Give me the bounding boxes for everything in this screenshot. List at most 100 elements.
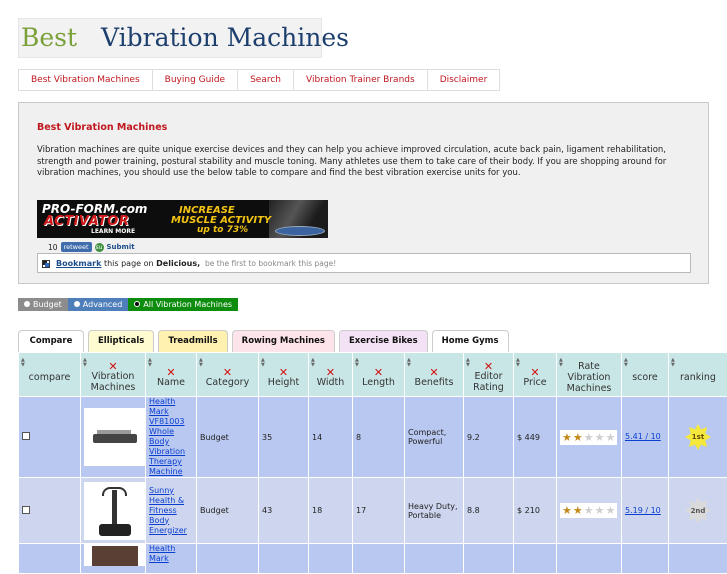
tab-compare[interactable]: Compare <box>18 330 84 352</box>
sort-icon: ▲▼ <box>21 358 25 368</box>
col-height[interactable]: ▲▼✕Height <box>259 353 309 397</box>
remove-column-icon[interactable]: ✕ <box>81 362 145 371</box>
product-name-link[interactable]: Sunny Health & Fitness Body Energizer <box>146 478 197 544</box>
col-price[interactable]: ▲▼✕Price <box>514 353 557 397</box>
col-name[interactable]: ▲▼✕Name <box>146 353 197 397</box>
col-compare[interactable]: ▲▼compare <box>19 353 81 397</box>
col-score[interactable]: ▲▼score <box>622 353 669 397</box>
table-row: Sunny Health & Fitness Body Energizer Bu… <box>19 478 727 544</box>
star-filled-icon[interactable]: ★ <box>562 432 572 443</box>
intro-title: Best Vibration Machines <box>37 122 167 133</box>
stumbleupon-icon[interactable]: su <box>95 243 104 252</box>
table-header: ▲▼compare ▲▼✕Vibration Machines ▲▼✕Name … <box>19 353 727 397</box>
benefits-cell: Compact, Powerful <box>405 397 464 478</box>
sort-icon: ▲▼ <box>148 358 152 368</box>
nav-item-disclaimer[interactable]: Disclaimer <box>427 69 501 91</box>
star-empty-icon[interactable]: ★ <box>595 505 605 516</box>
sort-icon: ▲▼ <box>311 358 315 368</box>
sort-icon: ▲▼ <box>624 358 628 368</box>
compare-checkbox[interactable] <box>22 506 30 514</box>
retweet-count: 10 <box>48 243 58 252</box>
submit-button[interactable]: Submit <box>107 243 135 251</box>
bookmark-bar: Bookmark this page on Delicious, be the … <box>37 253 691 273</box>
col-width[interactable]: ▲▼✕Width <box>309 353 353 397</box>
proform-ad-banner[interactable]: PRO-FORM.com ACTIVATOR LEARN MORE INCREA… <box>37 200 328 238</box>
logo-word-best: Best <box>21 23 77 52</box>
col-rate[interactable]: ▲▼Rate Vibration Machines <box>557 353 622 397</box>
star-empty-icon[interactable]: ★ <box>595 432 605 443</box>
price-cell: $ 210 <box>514 478 557 544</box>
sort-icon: ▲▼ <box>559 358 563 368</box>
tab-rowing-machines[interactable]: Rowing Machines <box>232 330 335 352</box>
editor-rating-cell: 9.2 <box>464 397 514 478</box>
col-benefits[interactable]: ▲▼✕Benefits <box>405 353 464 397</box>
remove-column-icon[interactable]: ✕ <box>146 368 196 377</box>
tab-ellipticals[interactable]: Ellipticals <box>88 330 154 352</box>
col-vibration-machines[interactable]: ▲▼✕Vibration Machines <box>81 353 146 397</box>
nav-item-search[interactable]: Search <box>237 69 293 91</box>
site-logo[interactable]: Best Vibration Machines <box>18 18 322 58</box>
price-cell: $ 449 <box>514 397 557 478</box>
category-cell: Budget <box>197 397 259 478</box>
sort-icon: ▲▼ <box>407 358 411 368</box>
score-link[interactable]: 5.19 / 10 <box>622 478 669 544</box>
col-category[interactable]: ▲▼✕Category <box>197 353 259 397</box>
product-name-link[interactable]: Health Mark <box>146 544 197 574</box>
radio-icon <box>24 301 30 307</box>
product-image[interactable] <box>84 408 146 466</box>
radio-icon <box>74 301 80 307</box>
ad-product: ACTIVATOR <box>44 214 129 229</box>
height-cell: 43 <box>259 478 309 544</box>
nav-item-trainer-brands[interactable]: Vibration Trainer Brands <box>293 69 427 91</box>
editor-rating-cell: 8.8 <box>464 478 514 544</box>
filter-advanced-label: Advanced <box>83 300 123 309</box>
height-cell: 35 <box>259 397 309 478</box>
filter-all[interactable]: All Vibration Machines <box>128 298 238 311</box>
table-row: Health Mark <box>19 544 727 574</box>
filter-budget[interactable]: Budget <box>18 298 68 311</box>
remove-column-icon[interactable]: ✕ <box>514 368 556 377</box>
filter-advanced[interactable]: Advanced <box>68 298 129 311</box>
star-empty-icon[interactable]: ★ <box>606 505 616 516</box>
compare-checkbox[interactable] <box>22 432 30 440</box>
star-empty-icon[interactable]: ★ <box>606 432 616 443</box>
remove-column-icon[interactable]: ✕ <box>309 368 352 377</box>
bookmark-mid-text: this page on <box>101 259 156 268</box>
star-filled-icon[interactable]: ★ <box>573 505 583 516</box>
product-image[interactable] <box>84 544 146 566</box>
ad-tagline-3: up to 73% <box>197 225 248 235</box>
remove-column-icon[interactable]: ✕ <box>353 368 404 377</box>
bookmark-link[interactable]: Bookmark <box>56 259 101 268</box>
length-cell: 8 <box>353 397 405 478</box>
remove-column-icon[interactable]: ✕ <box>259 368 308 377</box>
tab-home-gyms[interactable]: Home Gyms <box>432 330 509 352</box>
star-filled-icon[interactable]: ★ <box>573 432 583 443</box>
category-cell: Budget <box>197 478 259 544</box>
nav-item-buying-guide[interactable]: Buying Guide <box>152 69 237 91</box>
star-filled-icon[interactable]: ★ <box>562 505 572 516</box>
nav-item-best-vibration-machines[interactable]: Best Vibration Machines <box>18 69 152 91</box>
remove-column-icon[interactable]: ✕ <box>405 368 463 377</box>
tab-treadmills[interactable]: Treadmills <box>158 330 227 352</box>
comparison-table: ▲▼compare ▲▼✕Vibration Machines ▲▼✕Name … <box>18 352 727 574</box>
product-name-link[interactable]: Health Mark VF81003 Whole Body Vibration… <box>146 397 197 478</box>
remove-column-icon[interactable]: ✕ <box>197 368 258 377</box>
star-empty-icon[interactable]: ★ <box>584 505 594 516</box>
bookmark-site: Delicious, <box>156 259 200 268</box>
filter-budget-label: Budget <box>33 300 62 309</box>
star-empty-icon[interactable]: ★ <box>584 432 594 443</box>
radio-selected-icon <box>134 301 140 307</box>
col-editor-rating[interactable]: ▲▼✕Editor Rating <box>464 353 514 397</box>
star-rating[interactable]: ★★★★★ <box>560 503 617 518</box>
ranking-badge: 2nd <box>685 498 711 524</box>
delicious-icon <box>42 260 50 268</box>
star-rating[interactable]: ★★★★★ <box>560 430 617 445</box>
col-length[interactable]: ▲▼✕Length <box>353 353 405 397</box>
logo-word-vibration-machines: Vibration Machines <box>101 23 349 52</box>
retweet-button[interactable]: retweet <box>61 242 92 252</box>
product-image[interactable] <box>84 482 146 540</box>
remove-column-icon[interactable]: ✕ <box>464 362 513 371</box>
tab-exercise-bikes[interactable]: Exercise Bikes <box>339 330 428 352</box>
col-ranking[interactable]: ▲▼ranking <box>669 353 727 397</box>
score-link[interactable]: 5.41 / 10 <box>622 397 669 478</box>
